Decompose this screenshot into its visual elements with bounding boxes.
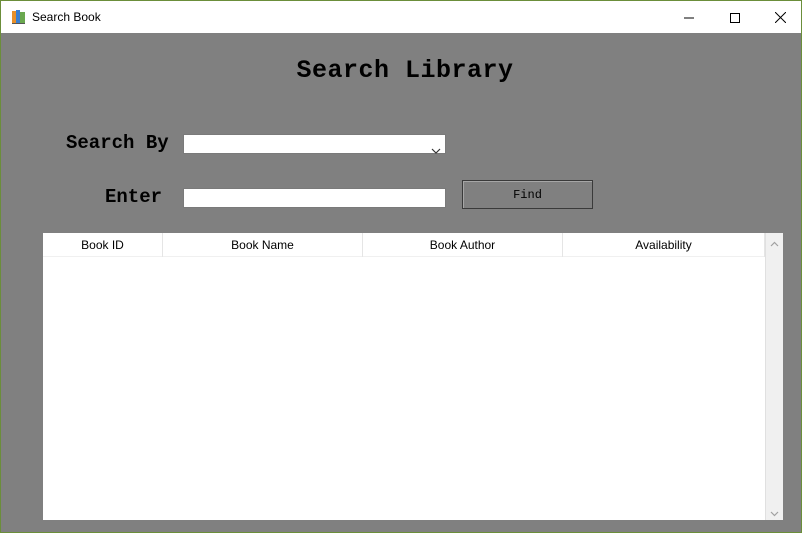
maximize-button[interactable]	[712, 1, 758, 33]
column-header-availability[interactable]: Availability	[563, 233, 765, 257]
enter-label: Enter	[105, 186, 163, 208]
scroll-up-button[interactable]	[766, 233, 783, 250]
close-button[interactable]	[757, 1, 802, 33]
minimize-button[interactable]	[666, 1, 712, 33]
close-icon	[774, 8, 786, 27]
maximize-icon	[730, 8, 740, 27]
scroll-down-button[interactable]	[766, 503, 783, 520]
vertical-scrollbar[interactable]	[765, 233, 783, 520]
title-bar[interactable]: Search Book	[1, 1, 801, 33]
client-area: Search Library Search By Enter Find Book…	[5, 34, 801, 532]
chevron-down-icon	[770, 502, 779, 521]
chevron-down-icon	[431, 140, 441, 154]
results-table: Book ID Book Name Book Author Availabili…	[43, 233, 783, 520]
find-button[interactable]: Find	[462, 180, 593, 209]
search-by-label: Search By	[66, 132, 169, 154]
column-header-book-name[interactable]: Book Name	[163, 233, 363, 257]
column-header-book-id[interactable]: Book ID	[43, 233, 163, 257]
page-title: Search Library	[296, 56, 514, 85]
chevron-up-icon	[770, 232, 779, 251]
table-header: Book ID Book Name Book Author Availabili…	[43, 233, 765, 257]
books-icon	[11, 9, 27, 25]
window-title: Search Book	[32, 10, 101, 24]
search-book-window: Search Book Search Library Search By Ent…	[0, 0, 802, 533]
search-input[interactable]	[183, 188, 446, 208]
minimize-icon	[684, 8, 694, 27]
search-by-dropdown[interactable]	[183, 134, 446, 154]
column-header-book-author[interactable]: Book Author	[363, 233, 563, 257]
